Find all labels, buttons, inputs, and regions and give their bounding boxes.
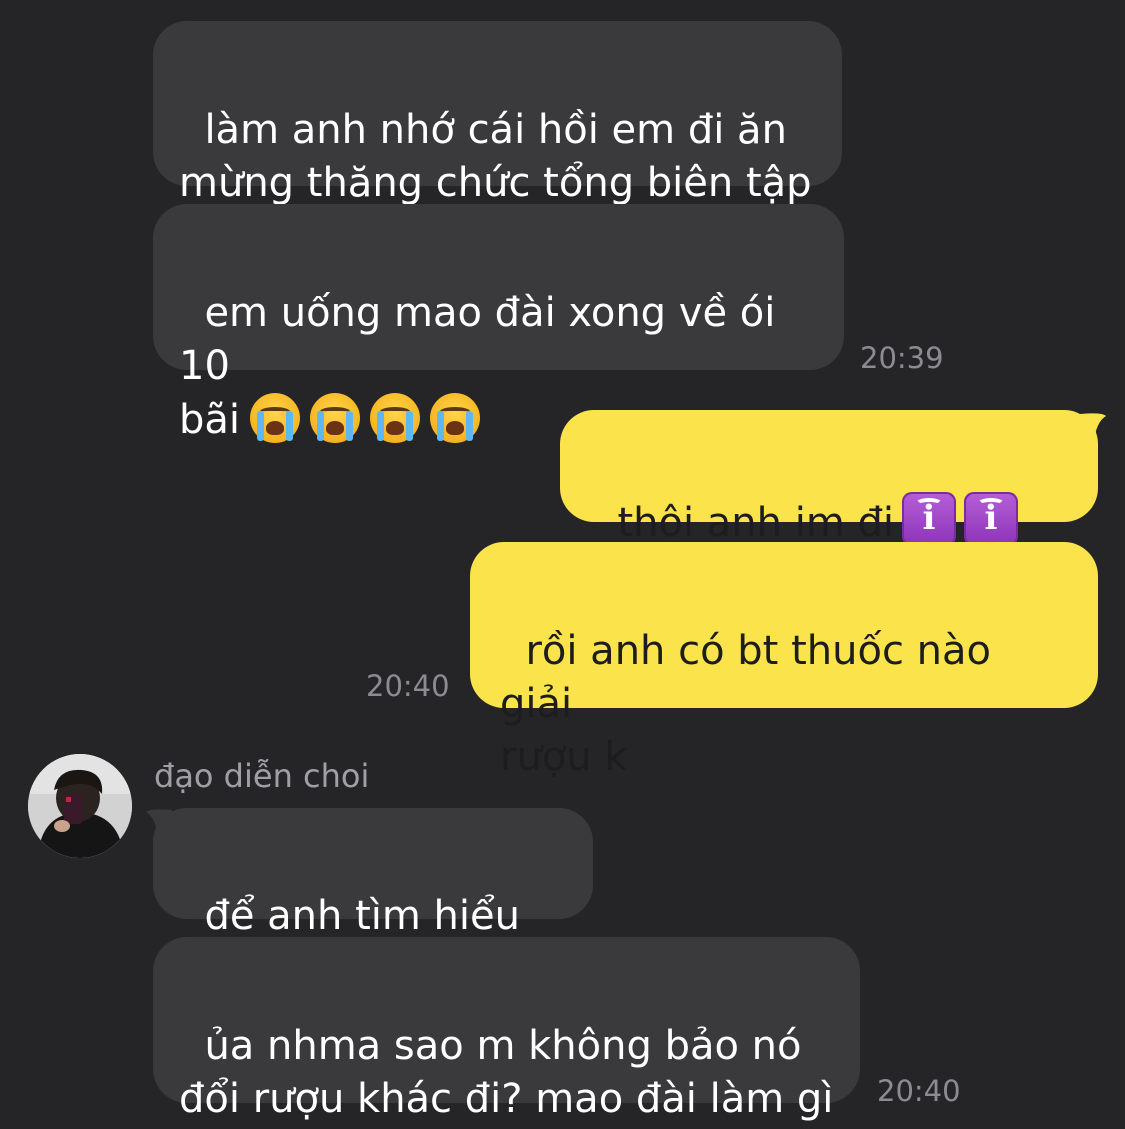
message-timestamp: 20:39 — [860, 341, 944, 375]
avatar-photo — [28, 754, 132, 858]
message-text: làm anh nhớ cái hồi em đi ăn mừng thăng … — [179, 107, 812, 206]
message-bubble-incoming[interactable]: em uống mao đài xong về ói 10 bãi — [153, 204, 844, 443]
message-text: thôi anh im đi — [617, 500, 894, 546]
loudly-crying-face-icon — [310, 393, 361, 443]
message-text: ủa nhma sao m không bảo nó đổi rượu khác… — [179, 1023, 834, 1122]
information-symbol-icon: i — [902, 492, 956, 546]
sender-name: đạo diễn choi — [154, 757, 370, 795]
loudly-crying-face-icon — [370, 393, 421, 443]
message-timestamp: 20:40 — [366, 669, 450, 703]
message-bubble-incoming[interactable]: để anh tìm hiểu thử — [153, 808, 593, 992]
message-bubble-incoming[interactable]: ủa nhma sao m không bảo nó đổi rượu khác… — [153, 937, 860, 1122]
message-bubble-outgoing[interactable]: thôi anh im điiii — [560, 410, 1098, 604]
message-timestamp: 20:40 — [877, 1074, 961, 1108]
bubble-tail-outgoing — [1080, 413, 1106, 442]
message-text: rồi anh có bt thuốc nào giải rượu k — [500, 628, 991, 780]
bubble-tail-incoming — [146, 809, 172, 838]
message-bubble-outgoing[interactable]: rồi anh có bt thuốc nào giải rượu k — [470, 542, 1098, 780]
loudly-crying-face-icon — [430, 393, 481, 443]
loudly-crying-face-icon — [250, 393, 301, 443]
avatar[interactable] — [28, 754, 132, 858]
information-symbol-icon: i — [964, 492, 1018, 546]
message-bubble-incoming[interactable]: làm anh nhớ cái hồi em đi ăn mừng thăng … — [153, 21, 842, 206]
